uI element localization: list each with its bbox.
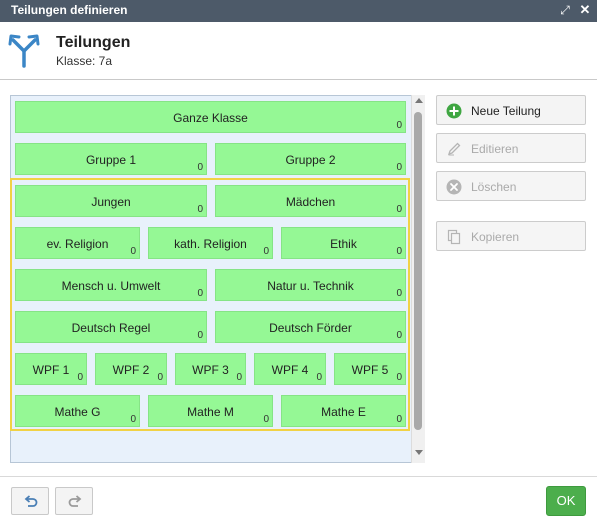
tile-count: 0 [130,246,136,257]
tile-label: WPF 3 [192,363,229,377]
footer-divider [0,476,597,477]
button-label: Kopieren [471,230,520,244]
tile-label: Ethik [330,237,357,251]
tile-maedchen[interactable]: Mädchen 0 [215,185,406,217]
tile-label: Mathe M [187,405,234,419]
tile-gruppe-2[interactable]: Gruppe 2 0 [215,143,406,175]
copy-button[interactable]: Kopieren [436,221,586,251]
tile-deutsch-foerder[interactable]: Deutsch Förder 0 [215,311,406,343]
tile-kath-religion[interactable]: kath. Religion 0 [148,227,273,259]
x-circle-icon [446,179,462,195]
copy-icon [447,229,461,245]
tile-label: ev. Religion [46,237,109,251]
class-subtitle: Klasse: 7a [56,54,113,68]
tile-count: 0 [197,162,203,173]
tile-label: Deutsch Regel [71,321,151,335]
button-label: Editieren [471,142,519,156]
tile-label: WPF 2 [112,363,150,377]
tile-label: Mathe G [54,405,101,419]
split-arrows-icon [8,34,40,68]
tile-mathe-e[interactable]: Mathe E 0 [281,395,406,427]
tile-mathe-m[interactable]: Mathe M 0 [148,395,273,427]
tile-label: Jungen [91,195,131,209]
tile-label: Deutsch Förder [269,321,352,335]
tile-ev-religion[interactable]: ev. Religion 0 [15,227,140,259]
tile-count: 0 [197,288,203,299]
tile-count: 0 [263,414,269,425]
tile-label: WPF 5 [351,363,389,377]
tile-label: Mensch u. Umwelt [61,279,161,293]
tile-count: 0 [263,246,269,257]
window-title: Teilungen definieren [11,3,128,17]
tile-count: 0 [396,120,402,131]
tile-count: 0 [197,330,203,341]
tile-mensch-u-umwelt[interactable]: Mensch u. Umwelt 0 [15,269,207,301]
close-icon[interactable]: ✕ [578,3,592,17]
scroll-up-arrow-icon[interactable] [415,98,423,103]
scroll-down-arrow-icon[interactable] [415,450,423,455]
button-label: Neue Teilung [471,104,541,118]
plus-circle-icon [446,103,462,119]
delete-button[interactable]: Löschen [436,171,586,201]
tile-count: 0 [396,288,402,299]
page-title: Teilungen [56,34,131,51]
header-divider [0,79,597,80]
edit-button[interactable]: Editieren [436,133,586,163]
button-label: Löschen [471,180,517,194]
new-partition-button[interactable]: Neue Teilung [436,95,586,125]
undo-icon [24,495,38,507]
tile-label: kath. Religion [174,237,247,251]
tile-wpf-2[interactable]: WPF 2 0 [95,353,167,385]
tile-count: 0 [77,372,83,383]
panel-scrollbar[interactable] [411,95,425,463]
window-titlebar: Teilungen definieren ⤢ ✕ [0,0,597,22]
tile-label: WPF 1 [32,363,70,377]
tile-count: 0 [236,372,242,383]
tile-count: 0 [396,330,402,341]
tile-deutsch-regel[interactable]: Deutsch Regel 0 [15,311,207,343]
tile-jungen[interactable]: Jungen 0 [15,185,207,217]
tile-wpf-5[interactable]: WPF 5 0 [334,353,406,385]
tile-label: Mathe E [321,405,366,419]
ok-button[interactable]: OK [546,486,586,516]
tile-count: 0 [130,414,136,425]
tile-count: 0 [316,372,322,383]
tile-ganze-klasse[interactable]: Ganze Klasse 0 [15,101,406,133]
expand-icon[interactable]: ⤢ [558,3,572,17]
redo-button[interactable] [55,487,93,515]
tile-wpf-4[interactable]: WPF 4 0 [254,353,326,385]
tile-label: Mädchen [285,195,336,209]
tile-ethik[interactable]: Ethik 0 [281,227,406,259]
tile-wpf-1[interactable]: WPF 1 0 [15,353,87,385]
tile-count: 0 [396,246,402,257]
tile-count: 0 [157,372,163,383]
tile-natur-u-technik[interactable]: Natur u. Technik 0 [215,269,406,301]
tile-label: Natur u. Technik [267,279,354,293]
pencil-icon [447,142,461,156]
dialog-header: Teilungen Klasse: 7a [0,22,597,80]
tile-count: 0 [197,204,203,215]
tile-mathe-g[interactable]: Mathe G 0 [15,395,140,427]
tile-label: WPF 4 [271,363,309,377]
tile-count: 0 [396,162,402,173]
tile-label: Ganze Klasse [173,111,248,125]
tile-wpf-3[interactable]: WPF 3 0 [175,353,246,385]
tile-label: Gruppe 1 [85,153,137,167]
tile-count: 0 [396,414,402,425]
scroll-thumb[interactable] [414,112,422,430]
redo-icon [68,495,82,507]
tile-count: 0 [396,204,402,215]
tile-gruppe-1[interactable]: Gruppe 1 0 [15,143,207,175]
undo-button[interactable] [11,487,49,515]
tile-count: 0 [396,372,402,383]
tile-label: Gruppe 2 [285,153,336,167]
